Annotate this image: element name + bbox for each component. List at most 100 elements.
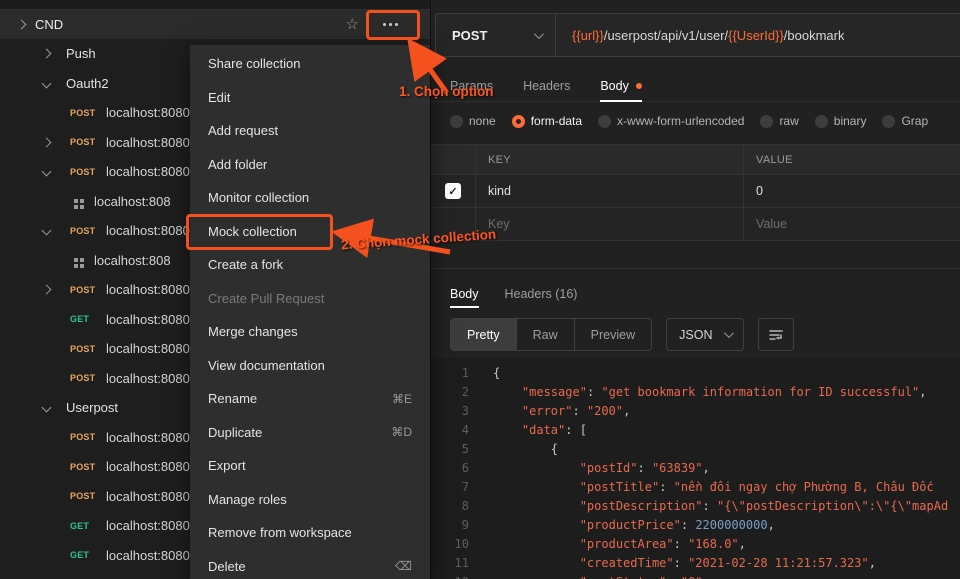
tree-item-label: localhost:8080/ bbox=[106, 223, 193, 238]
code-text: "error": "200", bbox=[475, 402, 630, 421]
response-tab-body[interactable]: Body bbox=[450, 287, 479, 301]
chevron-down-icon bbox=[724, 328, 734, 338]
chevron-right-icon[interactable] bbox=[17, 20, 27, 30]
view-mode-preview[interactable]: Preview bbox=[575, 319, 651, 350]
url-segment: {{UserId}} bbox=[728, 28, 784, 43]
context-menu-item[interactable]: View documentation bbox=[190, 349, 430, 383]
tree-item-label: localhost:808 bbox=[94, 194, 171, 209]
request-method-badge: POST bbox=[70, 137, 106, 147]
code-text: "postStatus": "0", bbox=[475, 573, 710, 579]
menu-item-label: Add request bbox=[208, 123, 278, 138]
context-menu-item[interactable]: Create a fork bbox=[190, 248, 430, 282]
code-text: "createdTime": "2021-02-28 11:21:57.323"… bbox=[475, 554, 876, 573]
url-input[interactable]: {{url}}/userpost/api/v1/user/{{UserId}}/… bbox=[556, 28, 844, 43]
body-type-selector: none form-data x-www-form-urlencoded raw… bbox=[450, 106, 960, 136]
code-text: { bbox=[475, 440, 558, 459]
context-menu-item[interactable]: Rename ⌘E bbox=[190, 382, 430, 416]
body-type-radio[interactable]: none bbox=[450, 114, 496, 128]
tree-item-label: localhost:8080/a bbox=[106, 282, 201, 297]
value-cell[interactable]: 0 bbox=[744, 175, 960, 207]
code-line: 12 "postStatus": "0", bbox=[431, 573, 960, 579]
wrap-text-button[interactable] bbox=[758, 318, 794, 351]
collection-header-row[interactable]: CND ☆ bbox=[0, 10, 430, 39]
chevron-slot bbox=[38, 227, 54, 234]
tree-item-label: localhost:8080/a bbox=[106, 518, 201, 533]
chevron-icon[interactable] bbox=[41, 226, 51, 236]
table-row[interactable]: Key Value bbox=[431, 208, 960, 241]
request-panel: POST {{url}}/userpost/api/v1/user/{{User… bbox=[430, 0, 960, 579]
context-menu-item[interactable]: Edit bbox=[190, 81, 430, 115]
view-mode-raw[interactable]: Raw bbox=[517, 319, 575, 350]
menu-item-shortcut: ⌘E bbox=[392, 392, 412, 406]
chevron-slot bbox=[38, 552, 54, 559]
chevron-icon[interactable] bbox=[41, 137, 51, 147]
chevron-slot bbox=[38, 463, 54, 470]
format-dropdown[interactable]: JSON bbox=[666, 318, 744, 351]
context-menu-item[interactable]: Remove from workspace bbox=[190, 516, 430, 550]
code-text: { bbox=[475, 364, 500, 383]
collection-context-menu: Share collection Edit Add request Add fo… bbox=[190, 45, 430, 579]
chevron-slot bbox=[38, 316, 54, 323]
context-menu-item[interactable]: Share collection bbox=[190, 47, 430, 81]
response-body-code[interactable]: 1 { 2 "message": "get bookmark informati… bbox=[431, 358, 960, 579]
body-type-radio[interactable]: raw bbox=[760, 114, 798, 128]
context-menu-item[interactable]: Export bbox=[190, 449, 430, 483]
format-label: JSON bbox=[679, 328, 712, 342]
context-menu-item[interactable]: Delete ⌫ bbox=[190, 550, 430, 579]
line-number: 1 bbox=[431, 364, 475, 383]
context-menu-item[interactable]: Merge changes bbox=[190, 315, 430, 349]
radio-circle-icon bbox=[760, 115, 773, 128]
view-mode-pretty[interactable]: Pretty bbox=[451, 319, 517, 350]
body-type-radio[interactable]: x-www-form-urlencoded bbox=[598, 114, 744, 128]
chevron-icon[interactable] bbox=[41, 167, 51, 177]
chevron-icon[interactable] bbox=[41, 285, 51, 295]
key-cell-placeholder[interactable]: Key bbox=[476, 208, 744, 240]
response-tab-headers[interactable]: Headers (16) bbox=[505, 287, 578, 301]
more-options-icon[interactable] bbox=[373, 13, 408, 36]
chevron-icon[interactable] bbox=[41, 403, 51, 413]
chevron-slot bbox=[38, 286, 54, 293]
value-column-header: VALUE bbox=[744, 145, 960, 174]
body-type-radio[interactable]: Grap bbox=[882, 114, 928, 128]
checkbox-checked-icon[interactable]: ✓ bbox=[445, 183, 461, 199]
form-data-table: KEY VALUE ✓ kind 0 Key Value bbox=[431, 144, 960, 241]
request-method-badge: POST bbox=[70, 167, 106, 177]
url-segment: {{url}} bbox=[572, 28, 604, 43]
chevron-icon[interactable] bbox=[41, 78, 51, 88]
chevron-slot bbox=[38, 50, 54, 57]
tree-item-label: localhost:8080/a bbox=[106, 341, 201, 356]
tab-headers[interactable]: Headers bbox=[523, 70, 570, 101]
tree-item-label: Push bbox=[66, 46, 96, 61]
tree-item-label: localhost:8080/a bbox=[106, 371, 201, 386]
tree-item-label: localhost:8080/a bbox=[106, 489, 201, 504]
line-number: 12 bbox=[431, 573, 475, 579]
context-menu-item[interactable]: Add request bbox=[190, 114, 430, 148]
code-line: 6 "postId": "63839", bbox=[431, 459, 960, 478]
context-menu-item[interactable]: Add folder bbox=[190, 148, 430, 182]
code-text: "productArea": "168.0", bbox=[475, 535, 746, 554]
table-row[interactable]: ✓ kind 0 bbox=[431, 175, 960, 208]
context-menu-item[interactable]: Manage roles bbox=[190, 483, 430, 517]
code-text: "data": [ bbox=[475, 421, 587, 440]
row-check-cell[interactable]: ✓ bbox=[431, 175, 476, 207]
context-menu-item[interactable]: Duplicate ⌘D bbox=[190, 416, 430, 450]
method-dropdown[interactable]: POST bbox=[436, 14, 556, 56]
body-type-radio[interactable]: binary bbox=[815, 114, 867, 128]
code-line: 5 { bbox=[431, 440, 960, 459]
tree-item-label: localhost:8080/a bbox=[106, 312, 201, 327]
request-method-badge: POST bbox=[70, 344, 106, 354]
request-method-badge: POST bbox=[70, 462, 106, 472]
tab-body[interactable]: Body bbox=[600, 70, 642, 101]
chevron-icon[interactable] bbox=[41, 49, 51, 59]
code-line: 1 { bbox=[431, 364, 960, 383]
context-menu-item[interactable]: Create Pull Request bbox=[190, 282, 430, 316]
code-line: 7 "postTitle": "nền đôi ngay chợ Phường … bbox=[431, 478, 960, 497]
body-content-dot-icon bbox=[636, 83, 642, 89]
tree-item-label: localhost:8080/o bbox=[106, 135, 201, 150]
key-cell[interactable]: kind bbox=[476, 175, 744, 207]
value-cell-placeholder[interactable]: Value bbox=[744, 208, 960, 240]
context-menu-item[interactable]: Monitor collection bbox=[190, 181, 430, 215]
body-type-radio[interactable]: form-data bbox=[512, 114, 582, 128]
star-icon[interactable]: ☆ bbox=[346, 17, 359, 32]
radio-circle-icon bbox=[512, 115, 525, 128]
